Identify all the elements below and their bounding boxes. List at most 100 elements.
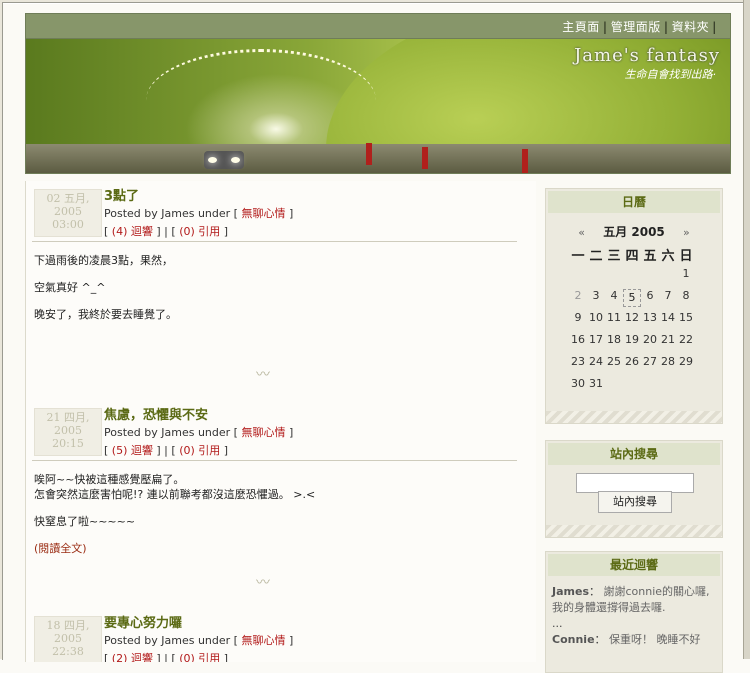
calendar-day[interactable]: 11 (605, 311, 623, 324)
calendar-day[interactable]: 16 (569, 333, 587, 346)
post-title[interactable]: 3點了 (104, 185, 139, 204)
comment-separator: ： (589, 585, 600, 598)
search-input[interactable] (576, 473, 694, 493)
post-links-separator: ] | [ (156, 444, 176, 457)
trackback-count[interactable]: (0) (179, 652, 195, 662)
calendar-grid: 一二三四五六日 1 2 3 4 5 6 7 8 9 10 11 12 13 14 15 16 17 18 19 20 2… (569, 245, 695, 399)
calendar-day[interactable]: 29 (677, 355, 695, 368)
post-category-link[interactable]: 無聊心情 (241, 426, 285, 439)
calendar-day[interactable]: 27 (641, 355, 659, 368)
banner-pole (366, 143, 372, 165)
nav-link-home[interactable]: 主頁面 (562, 20, 600, 34)
calendar-day[interactable]: 18 (605, 333, 623, 346)
calendar-day[interactable]: 5 (623, 289, 641, 307)
calendar-weekday: 二 (589, 249, 603, 264)
calendar-day[interactable]: 2 (569, 289, 587, 302)
post-body-line: 下過雨後的凌晨3點，果然， (34, 254, 173, 267)
post-links-open: [ (104, 444, 109, 457)
post-links: [ (4) 迴響 ] | [ (0) 引用 ] (104, 223, 228, 239)
comments-link[interactable]: 迴響 (131, 225, 153, 238)
header-banner: Jame's fantasy 生命自會找到出路· (25, 39, 731, 174)
post-date-year: 2005 (54, 424, 82, 437)
comments-link[interactable]: 迴響 (131, 652, 153, 662)
calendar-day[interactable]: 30 (569, 377, 587, 390)
calendar-day[interactable]: 9 (569, 311, 587, 324)
post-date-year: 2005 (54, 205, 82, 218)
comment-author: Connie (552, 633, 595, 646)
nav-link-admin[interactable]: 管理面版 (611, 20, 661, 34)
calendar-day[interactable]: 15 (677, 311, 695, 324)
post-divider-line (32, 460, 517, 461)
comments-count[interactable]: (5) (112, 444, 128, 457)
calendar-day[interactable]: 6 (641, 289, 659, 302)
calendar-prev-button[interactable]: « (578, 226, 585, 239)
trackback-count[interactable]: (0) (179, 444, 195, 457)
calendar-week-row: 23 24 25 26 27 28 29 (569, 355, 695, 377)
calendar-day[interactable]: 14 (659, 311, 677, 324)
banner-pole (422, 147, 428, 169)
post-category-link[interactable]: 無聊心情 (241, 207, 285, 220)
calendar-day[interactable]: 12 (623, 311, 641, 324)
post-date: 02 五月, 2005 03:00 (34, 189, 102, 237)
browser-frame: 主頁面 | 管理面版 | 資料夾 | Jame's fantasy 生命自會找到出路· 0… (0, 0, 750, 673)
calendar-day[interactable]: 24 (587, 355, 605, 368)
calendar-widget: 日曆 « 五月 2005 » 一二三四五六日 1 2 3 4 5 6 7 8 9 10 11 12 13… (545, 188, 723, 424)
calendar-day[interactable]: 23 (569, 355, 587, 368)
post-date-time: 03:00 (52, 218, 84, 231)
calendar-day[interactable]: 26 (623, 355, 641, 368)
calendar-day[interactable]: 10 (587, 311, 605, 324)
comments-count[interactable]: (2) (112, 652, 128, 662)
trackback-link[interactable]: 引用 (198, 444, 220, 457)
post-divider-line (32, 241, 517, 242)
calendar-day[interactable]: 4 (605, 289, 623, 302)
calendar-weekday: 日 (679, 249, 693, 264)
calendar-day[interactable]: 28 (659, 355, 677, 368)
comment-separator: ： (594, 633, 606, 646)
calendar-day[interactable]: 17 (587, 333, 605, 346)
read-more-link[interactable]: (閱讀全文) (34, 542, 87, 555)
calendar-day[interactable]: 25 (605, 355, 623, 368)
calendar-day[interactable]: 1 (677, 267, 695, 280)
trackback-count[interactable]: (0) (179, 225, 195, 238)
post-meta: Posted by James under [ 無聊心情 ] (104, 205, 293, 221)
post-meta: Posted by James under [ 無聊心情 ] (104, 424, 293, 440)
post-body: 唉阿~~快被這種感覺壓扁了。 怎會突然這麼害怕呢!? 連以前聯考都沒這麼恐懼過。… (34, 472, 315, 568)
trackback-link[interactable]: 引用 (198, 652, 220, 662)
calendar-month-label: 五月 2005 (603, 225, 665, 239)
blog-post: 02 五月, 2005 03:00 3點了 Posted by James un… (32, 183, 522, 363)
search-widget: 站內搜尋 站內搜尋 (545, 440, 723, 538)
post-title[interactable]: 焦慮，恐懼與不安 (104, 404, 208, 423)
post-date: 18 四月, 2005 22:38 (34, 616, 102, 662)
nav-link-folders[interactable]: 資料夾 (672, 20, 710, 34)
search-button[interactable]: 站內搜尋 (598, 491, 672, 513)
post-links-close: ] (223, 652, 229, 662)
calendar-day[interactable]: 20 (641, 333, 659, 346)
post-links: [ (5) 迴響 ] | [ (0) 引用 ] (104, 442, 228, 458)
comments-link[interactable]: 迴響 (131, 444, 153, 457)
calendar-day[interactable]: 31 (587, 377, 605, 390)
banner-road (26, 144, 730, 173)
post-body: 下過雨後的凌晨3點，果然， 空氣真好 ^_^ 晚安了，我終於要去睡覺了。 (34, 253, 177, 334)
calendar-day[interactable]: 19 (623, 333, 641, 346)
recent-comment-item[interactable]: James： 謝謝connie的關心囉, 我的身體還撐得過去囉. (546, 584, 722, 616)
post-links-close: ] (223, 444, 229, 457)
post-meta: Posted by James under [ 無聊心情 ] (104, 632, 293, 648)
calendar-day[interactable]: 8 (677, 289, 695, 302)
calendar-day[interactable]: 22 (677, 333, 695, 346)
site-title[interactable]: Jame's fantasy (574, 45, 720, 66)
top-nav-links: 主頁面 | 管理面版 | 資料夾 | (562, 20, 717, 34)
calendar-week-row: 9 10 11 12 13 14 15 (569, 311, 695, 333)
post-separator-ornament: 〰 (256, 575, 270, 591)
vertical-scrollbar[interactable] (743, 0, 750, 659)
recent-comment-item[interactable]: Connie： 保重呀！ 晚睡不好 (546, 632, 722, 648)
post-category-link[interactable]: 無聊心情 (241, 634, 285, 647)
calendar-day[interactable]: 3 (587, 289, 605, 302)
calendar-day[interactable]: 21 (659, 333, 677, 346)
calendar-weekday: 五 (643, 249, 657, 264)
trackback-link[interactable]: 引用 (198, 225, 220, 238)
calendar-day[interactable]: 7 (659, 289, 677, 302)
comments-count[interactable]: (4) (112, 225, 128, 238)
calendar-day[interactable]: 13 (641, 311, 659, 324)
post-title[interactable]: 要專心努力囉 (104, 612, 182, 631)
calendar-next-button[interactable]: » (683, 226, 690, 239)
